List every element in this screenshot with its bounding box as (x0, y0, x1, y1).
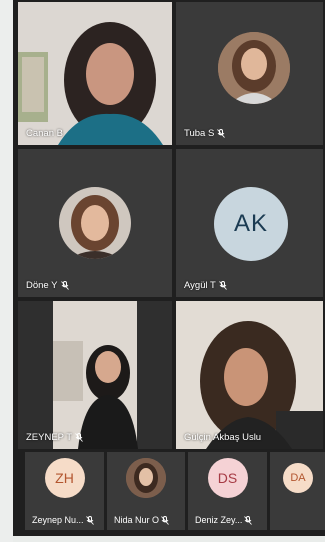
participant-tile-tuba[interactable]: Tuba S (176, 2, 323, 145)
strip-name-nida: Nida Nur O (114, 515, 169, 525)
video-feed-gulcin (176, 301, 323, 449)
avatar-zh: ZH (44, 458, 85, 498)
strip-tile-zeynep-nu[interactable]: ZH Zeynep Nu... (25, 452, 104, 530)
strip-tile-nida[interactable]: Nida Nur O (107, 452, 185, 530)
participant-name-gulcin: Gülçin Akbaş Uslu (184, 432, 262, 443)
participant-tile-canan[interactable]: Canan B (18, 2, 172, 145)
avatar-ds: DS (207, 458, 248, 498)
profile-photo-tuba (218, 32, 290, 104)
participant-name-aygul: Aygül T (184, 280, 227, 291)
avatar-aygul: AK (214, 187, 288, 261)
muted-mic-icon (60, 281, 69, 290)
participant-tile-done[interactable]: Döne Y (18, 149, 172, 297)
muted-mic-icon (244, 515, 253, 525)
participant-name-zeynep: ZEYNEP T (26, 432, 83, 443)
muted-mic-icon (217, 129, 226, 138)
muted-mic-icon (85, 515, 94, 525)
participant-tile-aygul[interactable]: AK Aygül T (176, 149, 323, 297)
strip-name-deniz: Deniz Zey... (195, 515, 253, 525)
avatar-da: DA (283, 463, 313, 493)
video-feed-canan (18, 2, 172, 145)
participant-tile-gulcin[interactable]: Gülçin Akbaş Uslu (176, 301, 323, 449)
profile-photo-nida (126, 458, 166, 498)
strip-tile-da[interactable]: DA (270, 452, 325, 530)
video-grid: Canan B Tuba S Döne Y AK Aygül T ZEYNEP … (13, 0, 325, 536)
muted-mic-icon (161, 515, 169, 525)
participant-name-canan: Canan B (26, 128, 63, 139)
window-left-edge (0, 0, 13, 542)
strip-tile-deniz[interactable]: DS Deniz Zey... (188, 452, 267, 530)
participant-tile-zeynep[interactable]: ZEYNEP T (18, 301, 172, 449)
video-feed-zeynep (18, 301, 172, 449)
muted-mic-icon (219, 281, 227, 290)
strip-name-zeynep-nu: Zeynep Nu... (32, 515, 94, 525)
participant-name-tuba: Tuba S (184, 128, 226, 139)
profile-photo-done (59, 187, 131, 259)
participant-name-done: Döne Y (26, 280, 69, 291)
muted-mic-icon (75, 433, 83, 442)
